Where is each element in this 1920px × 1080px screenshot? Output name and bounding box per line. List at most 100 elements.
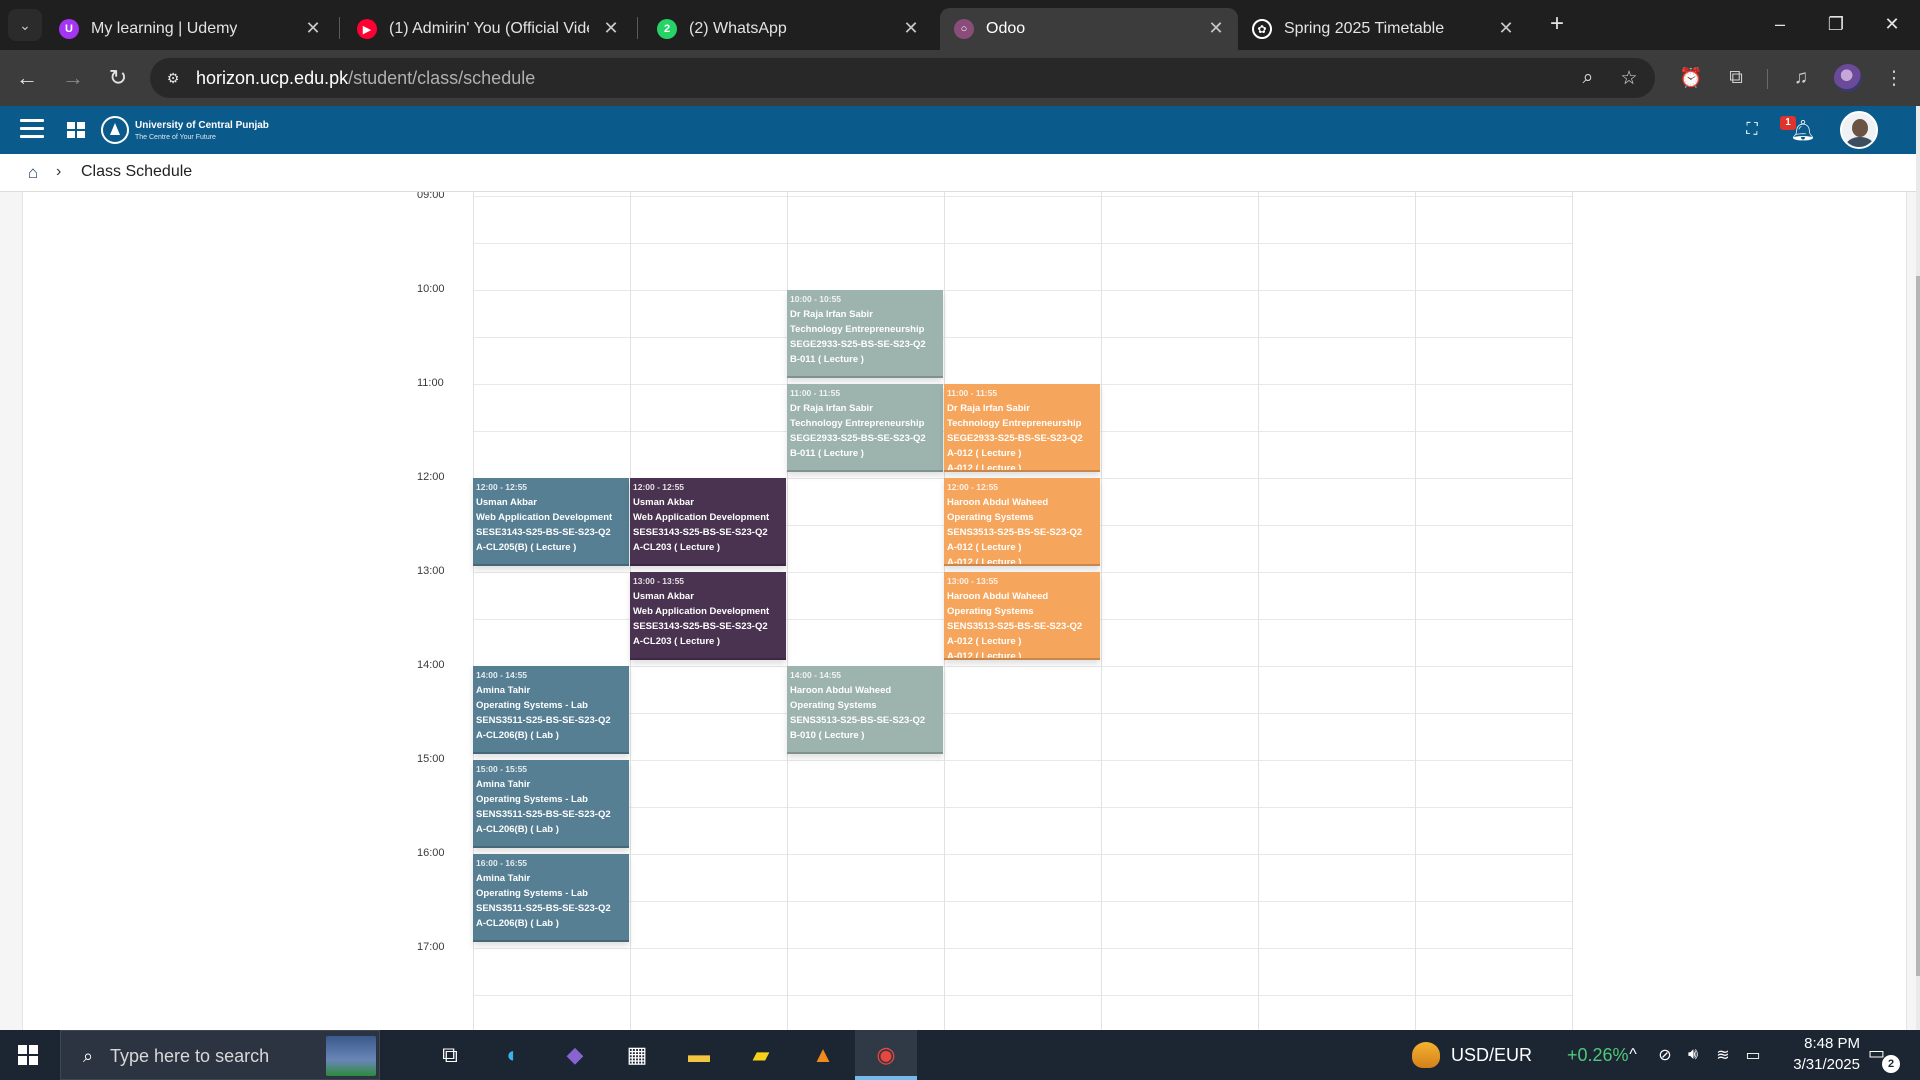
event-room: B-011 ( Lecture ) [790,448,864,459]
extensions-puzzle-icon[interactable]: ⧉ [1722,64,1750,92]
ticker-coins-icon[interactable] [1412,1042,1440,1068]
network-icon[interactable]: ⊘ [1654,1044,1676,1066]
media-control-icon[interactable]: ♫ [1787,64,1815,92]
class-event[interactable]: 11:00 - 11:55 Dr Raja Irfan Sabir Technolo… [787,384,943,472]
file-explorer-icon[interactable]: ▬ [683,1039,715,1071]
microsoft-store-icon[interactable]: ▦ [621,1039,653,1071]
tab-close-icon[interactable]: ✕ [303,18,323,38]
university-logo[interactable] [101,116,129,144]
class-event[interactable]: 15:00 - 15:55 Amina Tahir Operating System… [473,760,629,848]
event-room: A-CL206(B) ( Lab ) [476,918,559,929]
profile-avatar[interactable] [1834,64,1862,92]
browser-tab[interactable]: ○ Odoo ✕ [940,8,1238,50]
alarm-extension-icon[interactable]: ⏰ [1677,64,1705,92]
sticky-notes-icon[interactable]: ▰ [745,1039,777,1071]
vlc-icon[interactable]: ▲ [807,1039,839,1071]
url-path: /student/class/schedule [348,68,536,88]
event-room: A-012 ( Lecture ) [947,448,1022,459]
event-course: Web Application Development [633,606,770,617]
site-info-icon[interactable]: ⚙ [162,67,184,89]
hamburger-menu-icon[interactable] [20,119,44,141]
tab-search-button[interactable]: ⌄ [8,9,42,41]
class-event[interactable]: 14:00 - 14:55 Amina Tahir Operating System… [473,666,629,754]
url-text[interactable]: horizon.ucp.edu.pk/student/class/schedul… [196,68,535,89]
volume-icon[interactable]: 🔊︎ [1682,1044,1704,1066]
visual-studio-icon[interactable]: ◆ [559,1039,591,1071]
battery-icon[interactable]: ▭ [1742,1044,1764,1066]
reload-button[interactable]: ↻ [100,60,136,96]
event-time: 11:00 - 11:55 [947,388,998,398]
taskbar-search-input[interactable]: ⌕ Type here to search [60,1030,380,1080]
university-name: University of Central Punjab [135,120,269,131]
chevron-down-icon: ⌄ [19,16,31,33]
browser-tab[interactable]: ▶ (1) Admirin' You (Official Video) ✕ [343,8,633,50]
event-section: SENS3513-S25-BS-SE-S23-Q2 [947,527,1083,538]
event-time: 13:00 - 13:55 [633,576,685,586]
new-tab-button[interactable]: + [1543,11,1571,39]
class-event[interactable]: 10:00 - 10:55 Dr Raja Irfan Sabir Technolo… [787,290,943,378]
apps-grid-icon[interactable] [67,122,85,138]
class-event[interactable]: 12:00 - 12:55 Usman Akbar Web Application … [630,478,786,566]
fullscreen-icon[interactable]: ⛶ [1742,120,1762,140]
hour-label: 12:00 [417,471,445,483]
event-room: B-011 ( Lecture ) [790,354,864,365]
class-event[interactable]: 14:00 - 14:55 Haroon Abdul Waheed Operatin… [787,666,943,754]
tab-separator [637,17,638,39]
clock-time[interactable]: 8:48 PM [1770,1035,1860,1052]
tab-close-icon[interactable]: ✕ [901,18,921,38]
tab-close-icon[interactable]: ✕ [1496,18,1516,38]
day-column-divider [1258,192,1259,1030]
scrollbar-thumb[interactable] [1916,276,1920,976]
grid-line [473,196,1572,197]
clock-date[interactable]: 3/31/2025 [1770,1056,1860,1073]
edge-browser-icon[interactable]: ◐ [497,1039,529,1071]
browser-tab[interactable]: U My learning | Udemy ✕ [45,8,335,50]
bookmark-star-icon[interactable]: ☆ [1617,66,1641,90]
windows-start-icon[interactable] [18,1045,38,1065]
class-event[interactable]: 16:00 - 16:55 Amina Tahir Operating System… [473,854,629,942]
chevron-up-icon[interactable]: ^ [1622,1044,1644,1066]
event-section: SEGE2933-S25-BS-SE-S23-Q2 [947,433,1083,444]
event-course: Operating Systems [947,606,1034,617]
event-course: Web Application Development [476,512,613,523]
event-instructor: Usman Akbar [476,497,537,508]
minimize-button[interactable]: – [1752,0,1808,48]
schedule-page: 09:00 10:00 11:00 12:00 13:00 14:00 15:00 16:00… [0,192,1916,1030]
forward-button[interactable]: → [55,60,91,96]
grid-line [473,713,1572,714]
zoom-icon[interactable]: ⌕ [1576,66,1600,90]
class-event[interactable]: 11:00 - 11:55 Dr Raja Irfan Sabir Technolo… [944,384,1100,472]
event-room: A-012 ( Lecture ) [947,557,1022,566]
home-icon[interactable]: ⌂ [24,163,42,182]
chevron-right-icon: › [56,163,62,180]
browser-tab[interactable]: ✿ Spring 2025 Timetable ✕ [1238,8,1528,50]
tab-close-icon[interactable]: ✕ [1206,18,1226,38]
class-event[interactable]: 12:00 - 12:55 Usman Akbar Web Application … [473,478,629,566]
hour-label: 15:00 [417,753,445,765]
task-view-icon[interactable]: ⧉ [434,1039,466,1071]
ticker-change[interactable]: +0.26% [1567,1045,1629,1066]
ticker-name[interactable]: USD/EUR [1451,1045,1532,1066]
address-bar[interactable]: ⚙ horizon.ucp.edu.pk/student/class/sched… [150,58,1655,98]
windows-taskbar: ⌕ Type here to search ⧉ ◐ ◆ ▦ ▬ ▰ ▲ ◉ US… [0,1030,1920,1080]
close-icon: ✕ [1884,13,1900,34]
event-section: SENS3511-S25-BS-SE-S23-Q2 [476,903,611,914]
class-event[interactable]: 13:00 - 13:55 Usman Akbar Web Application … [630,572,786,660]
page-scrollbar[interactable] [1916,106,1920,1030]
menu-kebab-icon[interactable]: ⋮ [1880,64,1908,92]
wifi-icon[interactable]: ≋ [1712,1044,1734,1066]
user-avatar[interactable] [1840,111,1878,149]
event-course: Web Application Development [633,512,770,523]
event-room: A-CL206(B) ( Lab ) [476,730,559,741]
event-section: SENS3513-S25-BS-SE-S23-Q2 [790,715,926,726]
chrome-icon[interactable]: ◉ [870,1039,902,1071]
close-window-button[interactable]: ✕ [1864,0,1920,48]
back-button[interactable]: ← [9,60,45,96]
restore-button[interactable]: ❐ [1808,0,1864,48]
class-event[interactable]: 12:00 - 12:55 Haroon Abdul Waheed Operatin… [944,478,1100,566]
tab-close-icon[interactable]: ✕ [601,18,621,38]
event-course: Operating Systems [947,512,1034,523]
event-course: Technology Entrepreneurship [790,324,925,335]
class-event[interactable]: 13:00 - 13:55 Haroon Abdul Waheed Operatin… [944,572,1100,660]
browser-tab[interactable]: 2 (2) WhatsApp ✕ [643,8,933,50]
